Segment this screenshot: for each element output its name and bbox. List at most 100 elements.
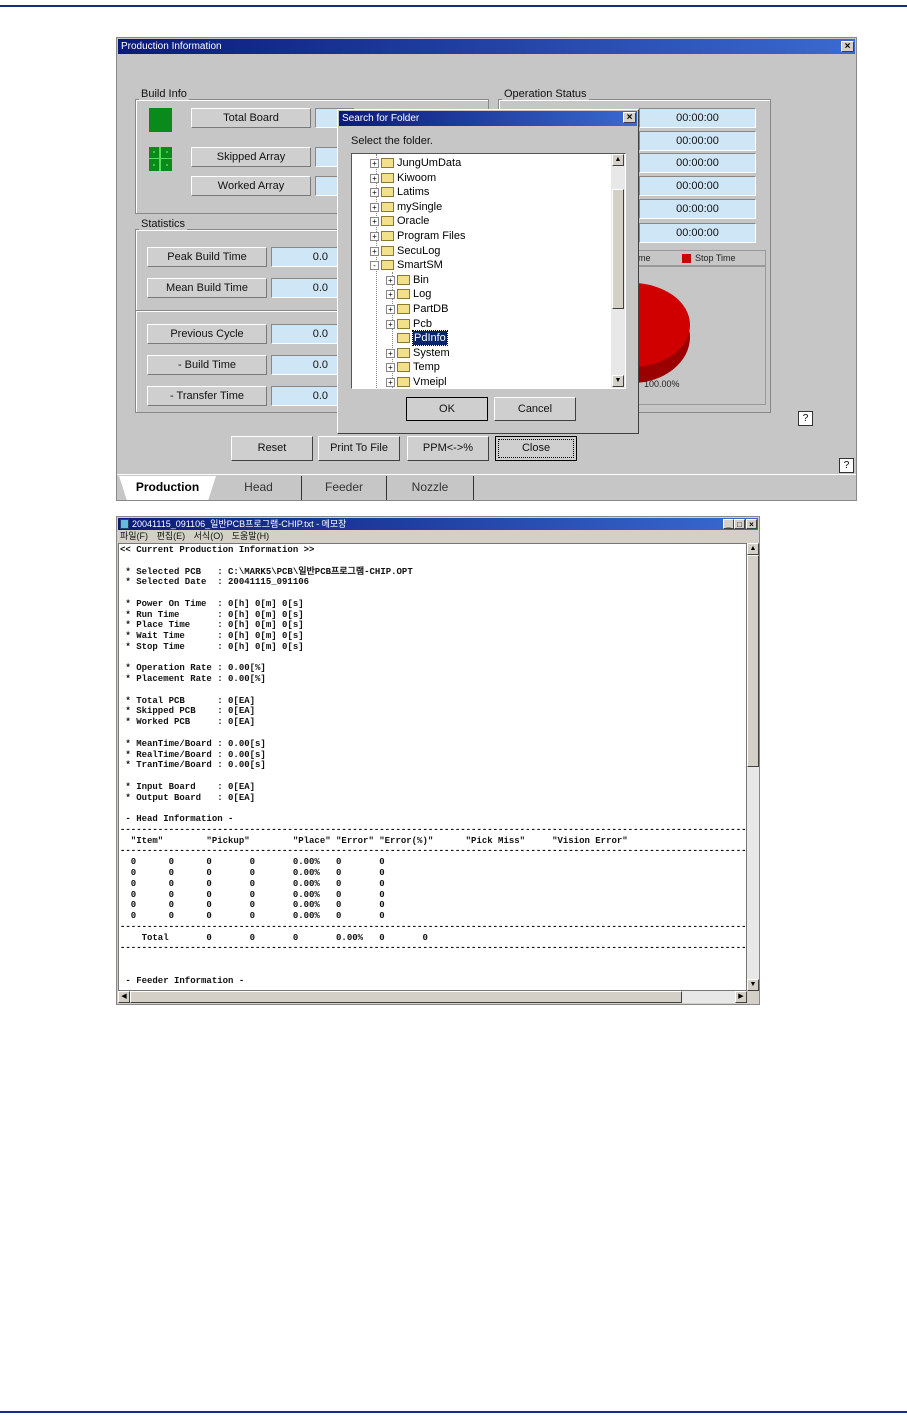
menu-help[interactable]: 도움말(H) — [232, 531, 269, 541]
tree-expander-icon[interactable]: - — [370, 261, 379, 271]
reset-button[interactable]: Reset — [231, 436, 313, 461]
tree-item[interactable]: Oracle — [397, 214, 429, 228]
notepad-title-bar: 20041115_091106_일반PCB프로그램-CHIP.txt - 메모장 — [118, 518, 758, 530]
menu-file[interactable]: 파일(F) — [120, 531, 148, 541]
menu-format[interactable]: 서식(O) — [194, 531, 224, 541]
maximize-button[interactable]: □ — [734, 519, 745, 529]
folder-icon — [397, 377, 410, 387]
tree-expander-icon[interactable]: + — [370, 202, 379, 212]
total-board-indicator — [149, 108, 172, 132]
help-button-corner[interactable]: ? — [839, 458, 854, 473]
previous-cycle-label: Previous Cycle — [147, 324, 267, 344]
text-line: * Selected PCB : C:\MARK5\PCB\일반PCB프로그램-… — [120, 566, 413, 577]
tree-item[interactable]: JungUmData — [397, 156, 461, 170]
tree-expander-icon[interactable]: + — [386, 305, 395, 314]
text-line: 0 0 0 0 0.00% 0 0 — [120, 889, 385, 900]
text-line: * Input Board : 0[EA] — [120, 781, 256, 792]
tree-expander-icon[interactable]: + — [370, 246, 379, 256]
text-line: * Worked PCB : 0[EA] — [120, 717, 256, 728]
tab-feeder[interactable]: Feeder — [301, 476, 386, 500]
statistics-label: Statistics — [139, 218, 188, 230]
ok-button[interactable]: OK — [406, 397, 488, 421]
minimize-button[interactable]: _ — [723, 519, 734, 529]
operation-time-1: 00:00:00 — [639, 108, 756, 128]
text-line: * Place Time : 0[h] 0[m] 0[s] — [120, 620, 304, 631]
tree-expander-icon[interactable]: + — [370, 173, 379, 183]
text-line: Total 0 0 0 0.00% 0 0 — [120, 932, 428, 943]
open-folder-icon — [397, 333, 410, 344]
tree-item[interactable]: Pcb — [413, 317, 432, 331]
notepad-menu-bar: 파일(F) 편집(E) 서식(O) 도움말(H) — [120, 530, 269, 542]
scroll-down-arrow[interactable]: ▼ — [612, 375, 624, 387]
tree-expander-icon[interactable]: + — [370, 188, 379, 198]
worked-array-label: Worked Array — [191, 176, 311, 196]
notepad-vertical-scrollbar[interactable]: ▲ ▼ — [747, 543, 759, 991]
folder-icon — [381, 216, 394, 227]
scroll-thumb[interactable] — [612, 189, 624, 309]
help-button[interactable]: ? — [798, 411, 813, 426]
tree-item[interactable]: Log — [413, 287, 431, 301]
hscroll-thumb[interactable] — [130, 991, 682, 1003]
tree-expander-icon[interactable]: + — [386, 363, 395, 373]
operation-time-2: 00:00:00 — [639, 131, 756, 151]
notepad-close-button[interactable]: × — [746, 519, 757, 529]
tab-nozzle[interactable]: Nozzle — [386, 476, 474, 500]
text-line: * Operation Rate : 0.00[%] — [120, 663, 266, 674]
text-line: * Run Time : 0[h] 0[m] 0[s] — [120, 609, 304, 620]
window-close-button[interactable]: × — [841, 41, 854, 52]
vscroll-thumb[interactable] — [747, 555, 759, 767]
tree-item[interactable]: SmartSM — [397, 258, 443, 272]
tree-item[interactable]: mySingle — [397, 200, 442, 214]
notepad-horizontal-scrollbar[interactable]: ◀ ▶ — [118, 991, 747, 1003]
tab-feeder-label: Feeder — [324, 480, 364, 494]
text-line: * TranTime/Board : 0.00[s] — [120, 760, 266, 771]
tree-item[interactable]: Temp — [413, 360, 440, 374]
scroll-up-arrow[interactable]: ▲ — [612, 154, 624, 166]
vscroll-up-arrow[interactable]: ▲ — [747, 543, 759, 555]
tree-expander-icon[interactable]: + — [386, 319, 395, 329]
vscroll-down-arrow[interactable]: ▼ — [747, 979, 759, 991]
tree-expander-icon[interactable]: + — [370, 159, 379, 168]
text-line: - Head Information - — [120, 814, 234, 825]
tree-expander-icon[interactable]: + — [370, 217, 379, 227]
tab-head[interactable]: Head — [216, 476, 301, 500]
folder-tree[interactable]: + JungUmData + Kiwoom + Latims + mySingle + Oracl… — [351, 153, 626, 389]
tree-item[interactable]: PartDB — [413, 302, 448, 316]
tree-item[interactable]: Kiwoom — [397, 171, 436, 185]
tree-item[interactable]: Bin — [413, 273, 429, 287]
cancel-button[interactable]: Cancel — [494, 397, 576, 421]
tree-item[interactable]: Program Files — [397, 229, 465, 243]
dialog-title: Search for Folder — [342, 113, 420, 124]
tree-item[interactable]: SecuLog — [397, 244, 440, 258]
window-title-bar: Production Information — [118, 39, 855, 54]
text-line: * Power On Time : 0[h] 0[m] 0[s] — [120, 598, 304, 609]
text-line: ----------------------------------------… — [120, 921, 747, 932]
tree-expander-icon[interactable]: + — [386, 348, 395, 358]
menu-edit[interactable]: 편집(E) — [157, 531, 186, 541]
notepad-window: 20041115_091106_일반PCB프로그램-CHIP.txt - 메모장… — [116, 516, 760, 1005]
dialog-close-button[interactable]: × — [623, 112, 636, 123]
close-button[interactable]: Close — [495, 436, 577, 461]
tree-expander-icon[interactable]: + — [370, 232, 379, 241]
page-bottom-rule — [0, 1411, 907, 1413]
operation-status-label: Operation Status — [502, 88, 589, 100]
tree-expander-icon[interactable]: + — [386, 275, 395, 285]
tree-vertical-scrollbar[interactable]: ▲ ▼ — [611, 154, 625, 388]
ppm-percent-toggle-button[interactable]: PPM<->% — [407, 436, 489, 461]
tree-item[interactable]: PdInfo — [412, 330, 448, 347]
folder-icon — [381, 158, 394, 168]
tree-expander-icon[interactable]: + — [386, 290, 395, 300]
tree-item[interactable]: Vmeipl — [413, 375, 447, 388]
text-line — [120, 556, 746, 567]
print-to-file-button[interactable]: Print To File — [318, 436, 400, 461]
notepad-text-area[interactable]: << Current Production Information >> * S… — [118, 543, 747, 991]
tree-item[interactable]: Latims — [397, 185, 429, 199]
skipped-array-label: Skipped Array — [191, 147, 311, 167]
hscroll-left-arrow[interactable]: ◀ — [118, 991, 130, 1003]
hscroll-right-arrow[interactable]: ▶ — [735, 991, 747, 1003]
build-info-label: Build Info — [139, 88, 189, 100]
tab-production[interactable]: Production — [119, 476, 216, 500]
tree-expander-icon[interactable]: + — [386, 378, 395, 387]
folder-icon — [397, 318, 410, 329]
tree-item[interactable]: System — [413, 346, 450, 360]
